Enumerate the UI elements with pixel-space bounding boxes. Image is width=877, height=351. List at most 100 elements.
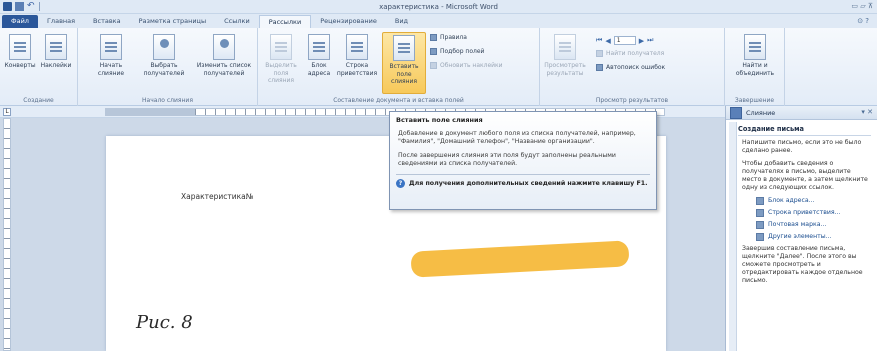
edit-list-icon (213, 34, 235, 60)
edit-list-button[interactable]: Изменить список получателей (192, 34, 256, 77)
link-label: Другие элементы... (768, 233, 832, 240)
labels-button[interactable]: Наклейки (36, 34, 76, 70)
insert-merge-field-button[interactable]: Вставить поле слияния (382, 32, 426, 94)
find-recipient-label: Найти получателя (606, 50, 665, 57)
finish-merge-label: Найти и объединить (735, 62, 775, 77)
group-label-compose: Составление документа и вставка полей (333, 97, 464, 104)
group-compose: Выделить поля слияния Блок адреса Строка… (258, 28, 540, 106)
greeting-line-label: Строка приветствия (336, 62, 378, 77)
tab-page-layout[interactable]: Разметка страницы (130, 15, 216, 28)
envelopes-button[interactable]: Конверты (0, 34, 40, 70)
task-pane-title: Слияние (746, 108, 776, 117)
highlight-fields-icon (270, 34, 292, 60)
find-recipient-icon (596, 50, 603, 57)
tooltip-help-text: Для получения дополнительных сведений на… (409, 179, 648, 187)
tooltip-paragraph: Добавление в документ любого поля из спи… (398, 130, 636, 145)
tab-mailings[interactable]: Рассылки (258, 15, 312, 28)
start-merge-button[interactable]: Начать слияние (86, 34, 136, 77)
group-create: Конверты Наклейки Создание (0, 28, 78, 106)
labels-label: Наклейки (40, 62, 72, 69)
mail-merge-icon (730, 107, 742, 119)
tab-file[interactable]: Файл (2, 15, 38, 28)
insert-field-icon (393, 35, 415, 61)
auto-check-button[interactable]: Автопоиск ошибок (596, 64, 665, 71)
group-label-create: Создание (23, 97, 54, 104)
group-start-merge: Начать слияние Выбрать получателей Измен… (78, 28, 258, 106)
ruler-margin (105, 108, 195, 116)
document-text[interactable]: Характеристика№ (181, 192, 254, 201)
record-number-field[interactable]: 1 (613, 36, 636, 45)
address-block-button[interactable]: Блок адреса (304, 34, 334, 77)
match-fields-icon (430, 48, 437, 55)
address-block-icon (756, 197, 764, 205)
link-label: Строка приветствия... (768, 209, 841, 216)
first-record-icon[interactable]: ⏮ (596, 36, 602, 45)
find-recipient-button[interactable]: Найти получателя (596, 50, 664, 57)
greeting-line-icon (346, 34, 368, 60)
labels-icon (45, 34, 67, 60)
tooltip-help: ? Для получения дополнительных сведений … (396, 179, 650, 188)
help-icon[interactable]: ⊙ ? (857, 17, 869, 25)
vertical-ruler[interactable] (3, 118, 11, 351)
insert-field-label: Вставить поле слияния (389, 63, 419, 85)
tab-references[interactable]: Ссылки (215, 15, 259, 28)
auto-check-label: Автопоиск ошибок (606, 64, 666, 71)
tooltip-paragraph: После завершения слияния эти поля будут … (398, 152, 616, 167)
tab-view[interactable]: Вид (386, 15, 417, 28)
preview-results-button[interactable]: Просмотреть результаты (542, 34, 588, 77)
greeting-line-link[interactable]: Строка приветствия... (756, 209, 871, 217)
group-label-preview: Просмотр результатов (595, 97, 669, 104)
ribbon-tabs: Файл Главная Вставка Разметка страницы С… (0, 14, 877, 28)
ribbon: Конверты Наклейки Создание Начать слияни… (0, 28, 877, 106)
update-labels-label: Обновить наклейки (440, 62, 503, 69)
more-items-link[interactable]: Другие элементы... (756, 233, 871, 241)
previous-record-icon[interactable]: ◀ (605, 37, 610, 45)
more-items-icon (756, 233, 764, 241)
greeting-line-icon (756, 209, 764, 217)
help-icon: ? (396, 179, 405, 188)
window-title: характеристика - Microsoft Word (379, 3, 498, 11)
task-pane-scrollbar[interactable] (729, 122, 737, 351)
task-pane-paragraph: Завершив составление письма, щелкните "Д… (742, 245, 863, 284)
group-label-start: Начало слияния (142, 97, 193, 104)
select-recipients-button[interactable]: Выбрать получателей (138, 34, 190, 77)
recipients-icon (153, 34, 175, 60)
update-labels-icon (430, 62, 437, 69)
group-label-finish: Завершение (734, 97, 775, 104)
group-preview: Просмотреть результаты ⏮ ◀ 1 ▶ ⏭ Найти п… (540, 28, 725, 106)
tab-review[interactable]: Рецензирование (311, 15, 386, 28)
link-label: Почтовая марка... (768, 221, 827, 228)
task-pane-paragraph: Напишите письмо, если это не было сделан… (742, 139, 862, 154)
rules-button[interactable]: Правила (430, 34, 467, 41)
select-recipients-label: Выбрать получателей (143, 62, 185, 77)
highlight-fields-button[interactable]: Выделить поля слияния (260, 34, 302, 85)
tab-insert[interactable]: Вставка (84, 15, 130, 28)
finish-merge-button[interactable]: Найти и объединить (729, 34, 781, 77)
document-icon (100, 34, 122, 60)
greeting-line-button[interactable]: Строка приветствия (336, 34, 378, 77)
highlight-fields-label: Выделить поля слияния (265, 62, 297, 84)
tab-home[interactable]: Главная (38, 15, 84, 28)
preview-results-label: Просмотреть результаты (544, 62, 586, 77)
tab-selector[interactable]: L (3, 108, 11, 116)
window-controls[interactable]: ▭ ▱ ⊼ (851, 2, 873, 10)
edit-list-label: Изменить список получателей (196, 62, 252, 77)
close-icon[interactable]: ▾ ✕ (861, 108, 873, 116)
task-pane-heading: Создание письма (738, 125, 871, 136)
last-record-icon[interactable]: ⏭ (647, 36, 653, 45)
postage-icon (756, 221, 764, 229)
preview-icon (554, 34, 576, 60)
postage-link[interactable]: Почтовая марка... (756, 221, 871, 229)
next-record-icon[interactable]: ▶ (639, 37, 644, 45)
start-merge-label: Начать слияние (97, 62, 125, 77)
rules-label: Правила (440, 34, 467, 41)
task-pane-body: Создание письма Напишите письмо, если эт… (726, 120, 877, 285)
group-finish: Найти и объединить Завершение (725, 28, 785, 106)
finish-merge-icon (744, 34, 766, 60)
update-labels-button[interactable]: Обновить наклейки (430, 62, 503, 69)
task-pane-header: Слияние ▾ ✕ (726, 106, 877, 120)
highlighter-mark (410, 240, 630, 278)
tooltip-divider (396, 174, 650, 175)
match-fields-button[interactable]: Подбор полей (430, 48, 484, 55)
address-block-link[interactable]: Блок адреса... (756, 197, 871, 205)
